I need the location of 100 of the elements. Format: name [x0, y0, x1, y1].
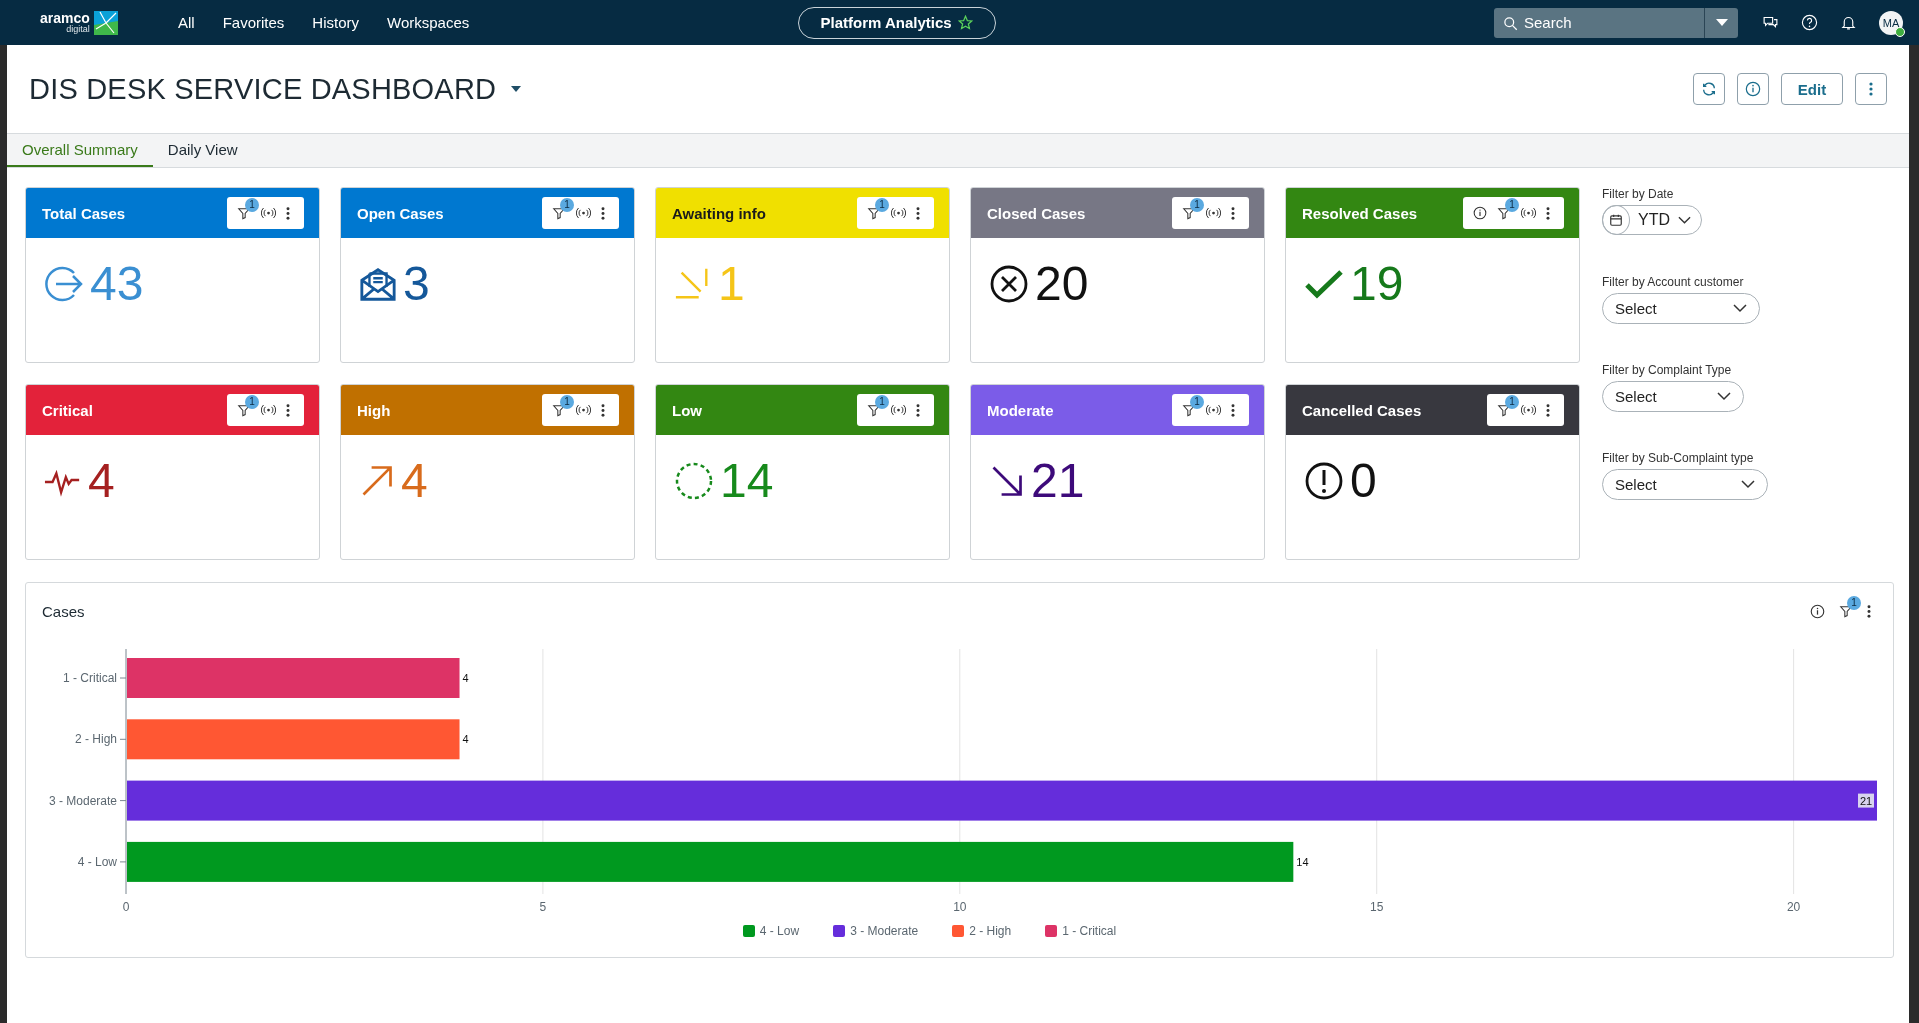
alert-circle-icon [1304, 461, 1344, 501]
tab[interactable]: Daily View [152, 134, 253, 167]
close-circle-icon [989, 264, 1029, 304]
refresh-icon [1701, 81, 1717, 97]
chevron-down-icon [1733, 304, 1747, 313]
search-field[interactable]: Search [1494, 7, 1704, 38]
nav-link[interactable]: Workspaces [387, 14, 470, 31]
more-icon[interactable] [1231, 206, 1235, 220]
legend-label[interactable]: 1 - Critical [1062, 924, 1117, 938]
filter-icon[interactable] [1497, 205, 1511, 221]
logo-icon [93, 10, 118, 35]
filter-count-badge: 1 [875, 394, 889, 409]
filter-count-badge: 1 [1190, 197, 1204, 212]
broadcast-icon[interactable] [1521, 404, 1536, 416]
envelope-icon [359, 265, 397, 303]
dashboard-title: DIS DESK SERVICE DASHBOARD [29, 72, 497, 106]
filter-icon[interactable] [1182, 402, 1196, 418]
refresh-button[interactable] [1693, 73, 1725, 105]
chat-icon[interactable] [1762, 14, 1779, 31]
card-title: Total Cases [42, 204, 126, 222]
nav-link[interactable]: Favorites [222, 14, 285, 31]
filter-icon[interactable] [1839, 603, 1853, 619]
info-icon[interactable] [1810, 603, 1825, 619]
chevron-down-icon [1717, 392, 1731, 401]
filter-icon[interactable] [237, 402, 251, 418]
filter-icon[interactable] [552, 402, 566, 418]
card-title: Awaiting info [672, 204, 766, 222]
broadcast-icon[interactable] [1206, 207, 1221, 219]
chart-title: Cases [42, 602, 85, 620]
tab[interactable]: Overall Summary [7, 134, 153, 167]
more-icon[interactable] [601, 206, 605, 220]
broadcast-icon[interactable] [1521, 207, 1536, 219]
filter-count-badge: 1 [245, 394, 259, 409]
info-icon[interactable] [1473, 206, 1487, 220]
broadcast-icon[interactable] [891, 207, 906, 219]
filter-label: Filter by Account customer [1602, 275, 1745, 289]
broadcast-icon[interactable] [891, 404, 906, 416]
chevron-down-icon [1741, 480, 1755, 489]
filter-icon[interactable] [552, 205, 566, 221]
nav-link[interactable]: All [178, 14, 195, 31]
broadcast-icon[interactable] [261, 404, 276, 416]
more-icon[interactable] [916, 403, 920, 417]
more-icon[interactable] [1231, 403, 1235, 417]
more-icon[interactable] [601, 403, 605, 417]
kpi-value: 21 [1031, 457, 1085, 505]
filter-count-badge: 1 [245, 197, 259, 212]
more-icon[interactable] [1546, 403, 1550, 417]
star-icon[interactable] [957, 15, 973, 30]
legend-label[interactable]: 3 - Moderate [850, 924, 919, 938]
more-icon[interactable] [1546, 206, 1550, 220]
kpi-value: 0 [1350, 457, 1377, 505]
logo-wordmark: aramco [40, 11, 90, 25]
more-icon[interactable] [286, 206, 290, 220]
card-title: Low [672, 401, 702, 419]
chevron-down-icon [1678, 215, 1691, 225]
kpi-value: 1 [718, 260, 745, 308]
data-label: 14 [1296, 855, 1309, 868]
tick-label: 15 [1370, 900, 1384, 914]
filter-count-badge: 1 [560, 394, 574, 409]
filter-icon[interactable] [1497, 402, 1511, 418]
broadcast-icon[interactable] [576, 404, 591, 416]
legend-label[interactable]: 4 - Low [759, 924, 800, 938]
more-button[interactable] [1855, 73, 1887, 105]
filter-count-badge: 1 [1505, 394, 1519, 409]
more-icon[interactable] [1867, 604, 1871, 618]
card-title: Open Cases [357, 204, 444, 222]
notifications-icon[interactable] [1840, 14, 1857, 31]
tick-label: 5 [539, 900, 547, 914]
axis-label: 1 - Critical [63, 671, 117, 685]
filter-icon[interactable] [1182, 205, 1196, 221]
info-button[interactable] [1737, 73, 1769, 105]
data-label: 4 [462, 733, 469, 746]
help-icon[interactable] [1801, 14, 1818, 31]
filter-count-badge: 1 [1190, 394, 1204, 409]
broadcast-icon[interactable] [576, 207, 591, 219]
kpi-value: 3 [403, 260, 430, 308]
filter-icon[interactable] [867, 402, 881, 418]
logo-subtitle: digital [66, 25, 90, 34]
more-icon[interactable] [286, 403, 290, 417]
card-title: Closed Cases [987, 204, 1086, 222]
filter-label: Filter by Sub-Complaint type [1602, 451, 1755, 465]
kpi-value: 43 [90, 260, 144, 308]
legend-label[interactable]: 2 - High [969, 924, 1012, 938]
caret-icon[interactable] [510, 85, 523, 93]
broadcast-icon[interactable] [261, 207, 276, 219]
filter-icon[interactable] [237, 205, 251, 221]
more-icon[interactable] [916, 206, 920, 220]
kpi-value: 4 [88, 457, 115, 505]
edit-button[interactable]: Edit [1781, 73, 1843, 105]
filter-label: Filter by Date [1602, 187, 1675, 201]
user-avatar[interactable]: MA [1879, 10, 1903, 35]
axis-label: 4 - Low [77, 854, 117, 869]
nav-link[interactable]: History [312, 14, 360, 31]
axis-label: 3 - Moderate [48, 793, 117, 808]
dashed-circle-icon [674, 461, 714, 501]
card-title: Critical [42, 401, 93, 419]
filter-count-badge: 1 [560, 197, 574, 212]
broadcast-icon[interactable] [1206, 404, 1221, 416]
filter-icon[interactable] [867, 205, 881, 221]
search-scope-button[interactable] [1704, 7, 1738, 38]
